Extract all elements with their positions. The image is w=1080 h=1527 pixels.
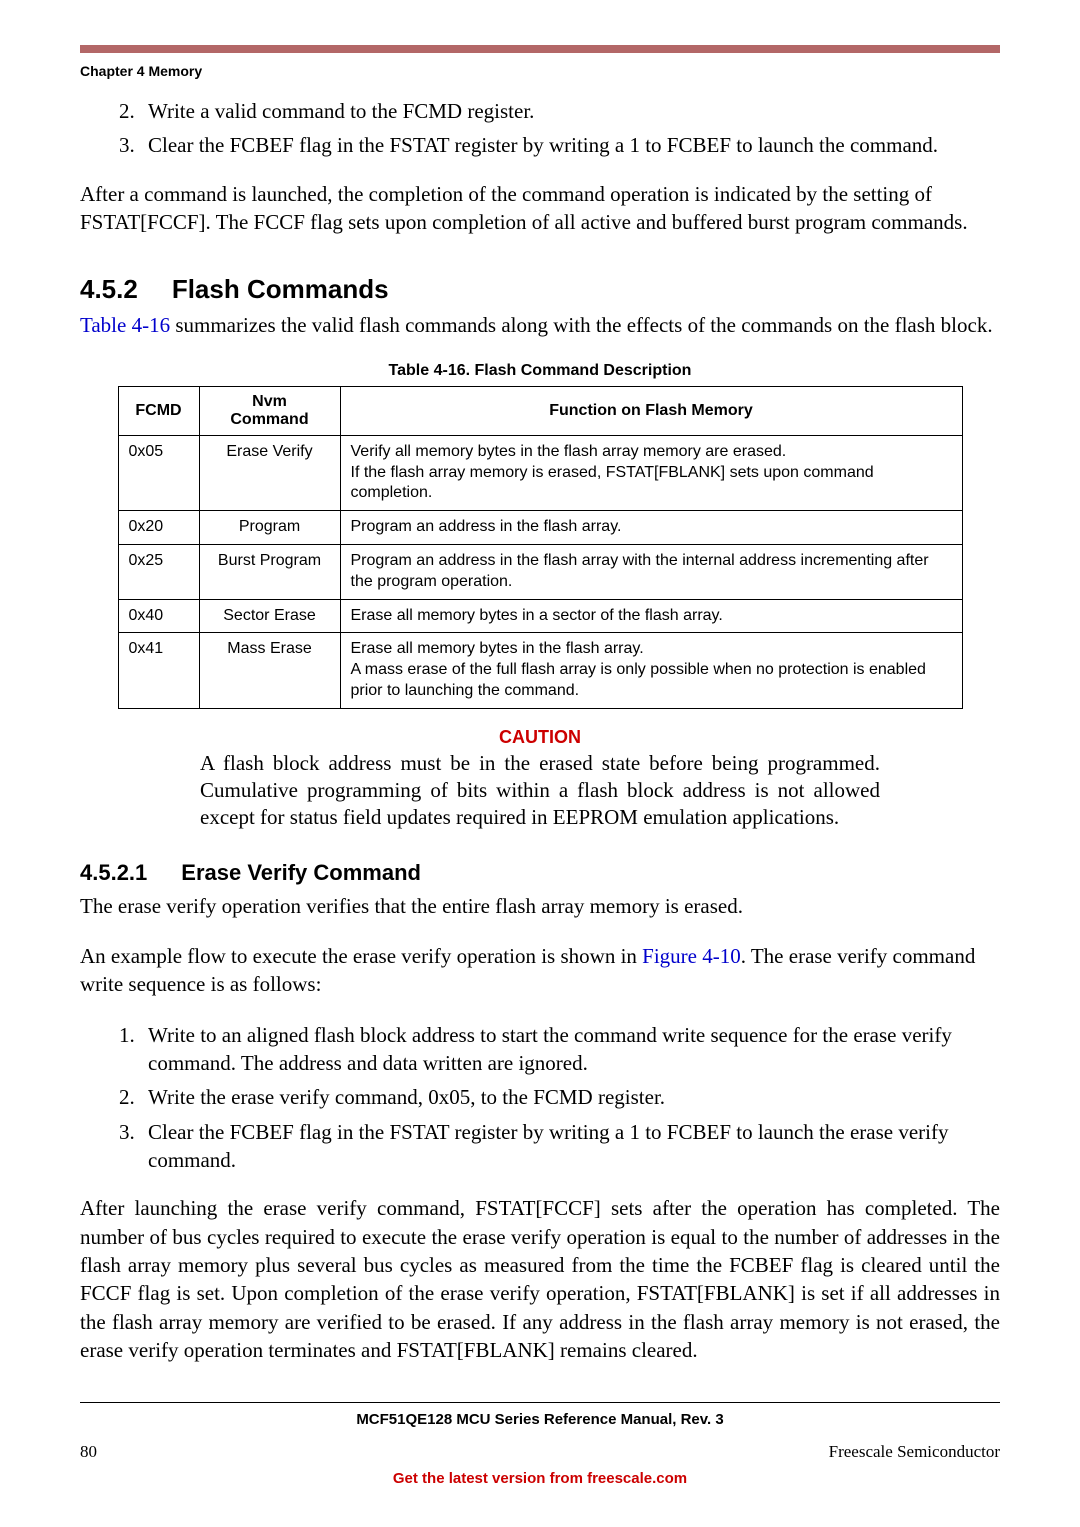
section-intro: Table 4-16 summarizes the valid flash co… [80, 311, 1000, 339]
col-fcmd: FCMD [118, 386, 199, 435]
body-paragraph: After a command is launched, the complet… [80, 180, 1000, 237]
body-paragraph: The erase verify operation verifies that… [80, 892, 1000, 920]
list-item: Write to an aligned flash block address … [140, 1021, 1000, 1078]
section-number: 4.5.2 [80, 274, 138, 305]
table-caption: Table 4-16. Flash Command Description [80, 362, 1000, 380]
page: Chapter 4 Memory Write a valid command t… [0, 0, 1080, 1527]
figure-xref-link[interactable]: Figure 4-10 [642, 944, 741, 968]
table-row: 0x40 Sector Erase Erase all memory bytes… [118, 599, 962, 633]
cell-func: Erase all memory bytes in a sector of th… [340, 599, 962, 633]
cell-fcmd: 0x05 [118, 435, 199, 510]
company-name: Freescale Semiconductor [829, 1442, 1000, 1462]
col-func: Function on Flash Memory [340, 386, 962, 435]
cell-func: Program an address in the flash array wi… [340, 544, 962, 599]
footer-rule [80, 1402, 1000, 1403]
table-header-row: FCMD NvmCommand Function on Flash Memory [118, 386, 962, 435]
section-intro-text: summarizes the valid flash commands alon… [170, 313, 993, 337]
continued-steps-list: Write a valid command to the FCMD regist… [80, 97, 1000, 160]
table-row: 0x41 Mass Erase Erase all memory bytes i… [118, 633, 962, 708]
cell-fcmd: 0x41 [118, 633, 199, 708]
footer-row: 80 Freescale Semiconductor [80, 1442, 1000, 1462]
footer-doc-title: MCF51QE128 MCU Series Reference Manual, … [80, 1411, 1000, 1428]
list-item: Clear the FCBEF flag in the FSTAT regist… [140, 1118, 1000, 1175]
cell-nvm: Burst Program [199, 544, 340, 599]
table-row: 0x20 Program Program an address in the f… [118, 511, 962, 545]
body-paragraph: An example flow to execute the erase ver… [80, 942, 1000, 999]
section-heading-452: 4.5.2 Flash Commands [80, 274, 1000, 305]
subsection-number: 4.5.2.1 [80, 860, 147, 886]
para-text: An example flow to execute the erase ver… [80, 944, 642, 968]
cell-fcmd: 0x25 [118, 544, 199, 599]
chapter-label: Chapter 4 Memory [80, 63, 1000, 79]
cell-fcmd: 0x20 [118, 511, 199, 545]
page-number: 80 [80, 1442, 97, 1462]
cell-func: Program an address in the flash array. [340, 511, 962, 545]
subsection-title: Erase Verify Command [181, 860, 421, 885]
caution-label: CAUTION [80, 727, 1000, 748]
header-rule [80, 45, 1000, 53]
list-item: Clear the FCBEF flag in the FSTAT regist… [140, 131, 1000, 159]
section-title: Flash Commands [172, 274, 389, 304]
cell-func: Erase all memory bytes in the flash arra… [340, 633, 962, 708]
list-item: Write the erase verify command, 0x05, to… [140, 1083, 1000, 1111]
caution-body: A flash block address must be in the era… [200, 750, 880, 832]
body-paragraph: After launching the erase verify command… [80, 1194, 1000, 1364]
erase-verify-steps: Write to an aligned flash block address … [80, 1021, 1000, 1175]
cell-nvm: Erase Verify [199, 435, 340, 510]
cell-nvm: Sector Erase [199, 599, 340, 633]
table-xref-link[interactable]: Table 4-16 [80, 313, 170, 337]
footer-link[interactable]: Get the latest version from freescale.co… [80, 1470, 1000, 1487]
cell-nvm: Mass Erase [199, 633, 340, 708]
subsection-heading-4521: 4.5.2.1 Erase Verify Command [80, 860, 1000, 886]
cell-nvm: Program [199, 511, 340, 545]
table-row: 0x25 Burst Program Program an address in… [118, 544, 962, 599]
flash-command-table: FCMD NvmCommand Function on Flash Memory… [118, 386, 963, 709]
cell-fcmd: 0x40 [118, 599, 199, 633]
col-nvm: NvmCommand [199, 386, 340, 435]
cell-func: Verify all memory bytes in the flash arr… [340, 435, 962, 510]
table-row: 0x05 Erase Verify Verify all memory byte… [118, 435, 962, 510]
list-item: Write a valid command to the FCMD regist… [140, 97, 1000, 125]
